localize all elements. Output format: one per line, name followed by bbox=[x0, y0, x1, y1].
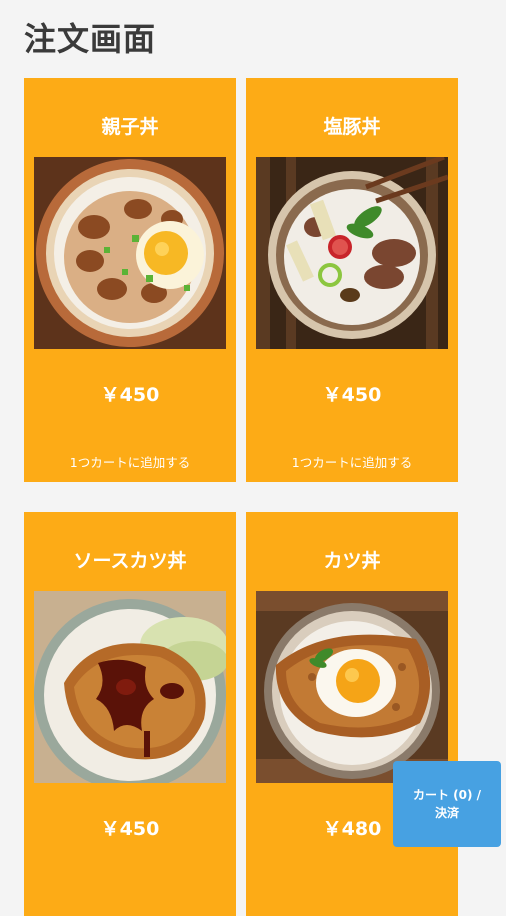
add-to-cart-button[interactable]: 1つカートに追加する bbox=[24, 452, 236, 471]
add-to-cart-button[interactable]: 1つカートに追加する bbox=[246, 452, 458, 471]
menu-item-name: ソースカツ丼 bbox=[73, 550, 187, 572]
menu-item-price: ￥450 bbox=[100, 384, 160, 406]
sauce-katsudon-photo bbox=[34, 591, 226, 783]
page-title: 注文画面 bbox=[24, 20, 157, 58]
katsudon-photo bbox=[256, 591, 448, 783]
cart-checkout-button[interactable]: カート (0) / 決済 bbox=[393, 761, 501, 847]
menu-card-sauce-katsudon: ソースカツ丼 ￥450 bbox=[24, 512, 236, 916]
menu-item-price: ￥450 bbox=[100, 818, 160, 840]
menu-card-katsudon: カツ丼 ￥480 bbox=[246, 512, 458, 916]
oyakodon-photo bbox=[34, 157, 226, 349]
menu-item-name: 塩豚丼 bbox=[323, 116, 381, 138]
menu-item-name: 親子丼 bbox=[101, 116, 159, 138]
menu-card-shio-butadon: 塩豚丼 ￥450 1つカートに追加する bbox=[246, 78, 458, 482]
menu-item-name: カツ丼 bbox=[323, 550, 381, 572]
menu-card-oyakodon: 親子丼 ￥450 1つカートに追加する bbox=[24, 78, 236, 482]
menu-item-price: ￥450 bbox=[322, 384, 382, 406]
shio-butadon-photo bbox=[256, 157, 448, 349]
